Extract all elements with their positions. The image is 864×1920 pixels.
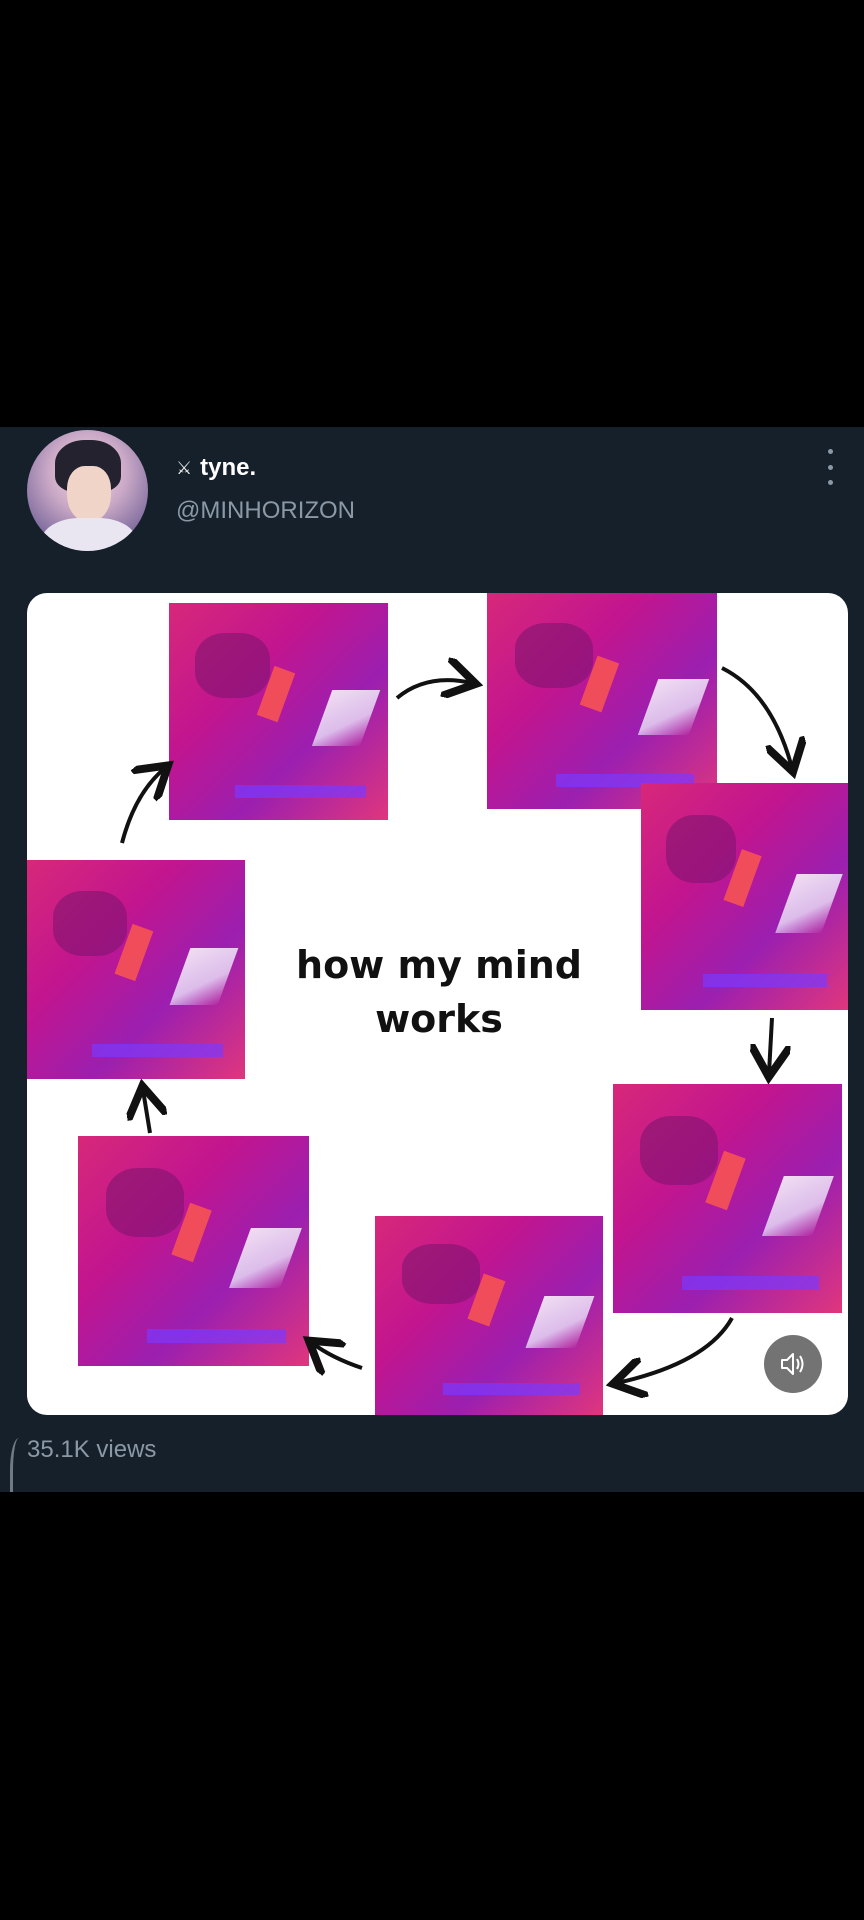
avatar-face (67, 466, 111, 522)
caption-line-1: how my mind (296, 943, 582, 987)
sound-toggle-button[interactable] (764, 1335, 822, 1393)
arrow-4 (617, 1317, 734, 1383)
view-count: 35.1K views (27, 1436, 157, 1463)
arrow-3 (769, 1017, 772, 1073)
media-caption: how my mind works (289, 938, 589, 1046)
caption-line-2: works (375, 997, 503, 1041)
arrow-7 (120, 768, 165, 844)
display-name-text: tyne. (200, 454, 257, 481)
swords-emoji-icon: ⚔ (176, 457, 193, 478)
edge-artifact (10, 1438, 25, 1492)
arrow-5 (312, 1343, 363, 1368)
arrow-6 (143, 1090, 150, 1134)
avatar-body (41, 518, 137, 551)
more-vertical-icon (827, 449, 833, 454)
speaker-unmute-icon (781, 1353, 804, 1375)
avatar[interactable] (27, 430, 148, 551)
arrow-1 (395, 680, 472, 698)
display-name[interactable]: ⚔ tyne. (176, 454, 256, 482)
arrow-2 (721, 666, 792, 768)
more-options-button[interactable] (818, 449, 842, 485)
video-media[interactable]: how my mind works (27, 593, 848, 1415)
user-handle[interactable]: @MINHORIZON (176, 497, 355, 525)
screen: ⚔ tyne. @MINHORIZON how my mind works 35… (0, 0, 864, 1920)
